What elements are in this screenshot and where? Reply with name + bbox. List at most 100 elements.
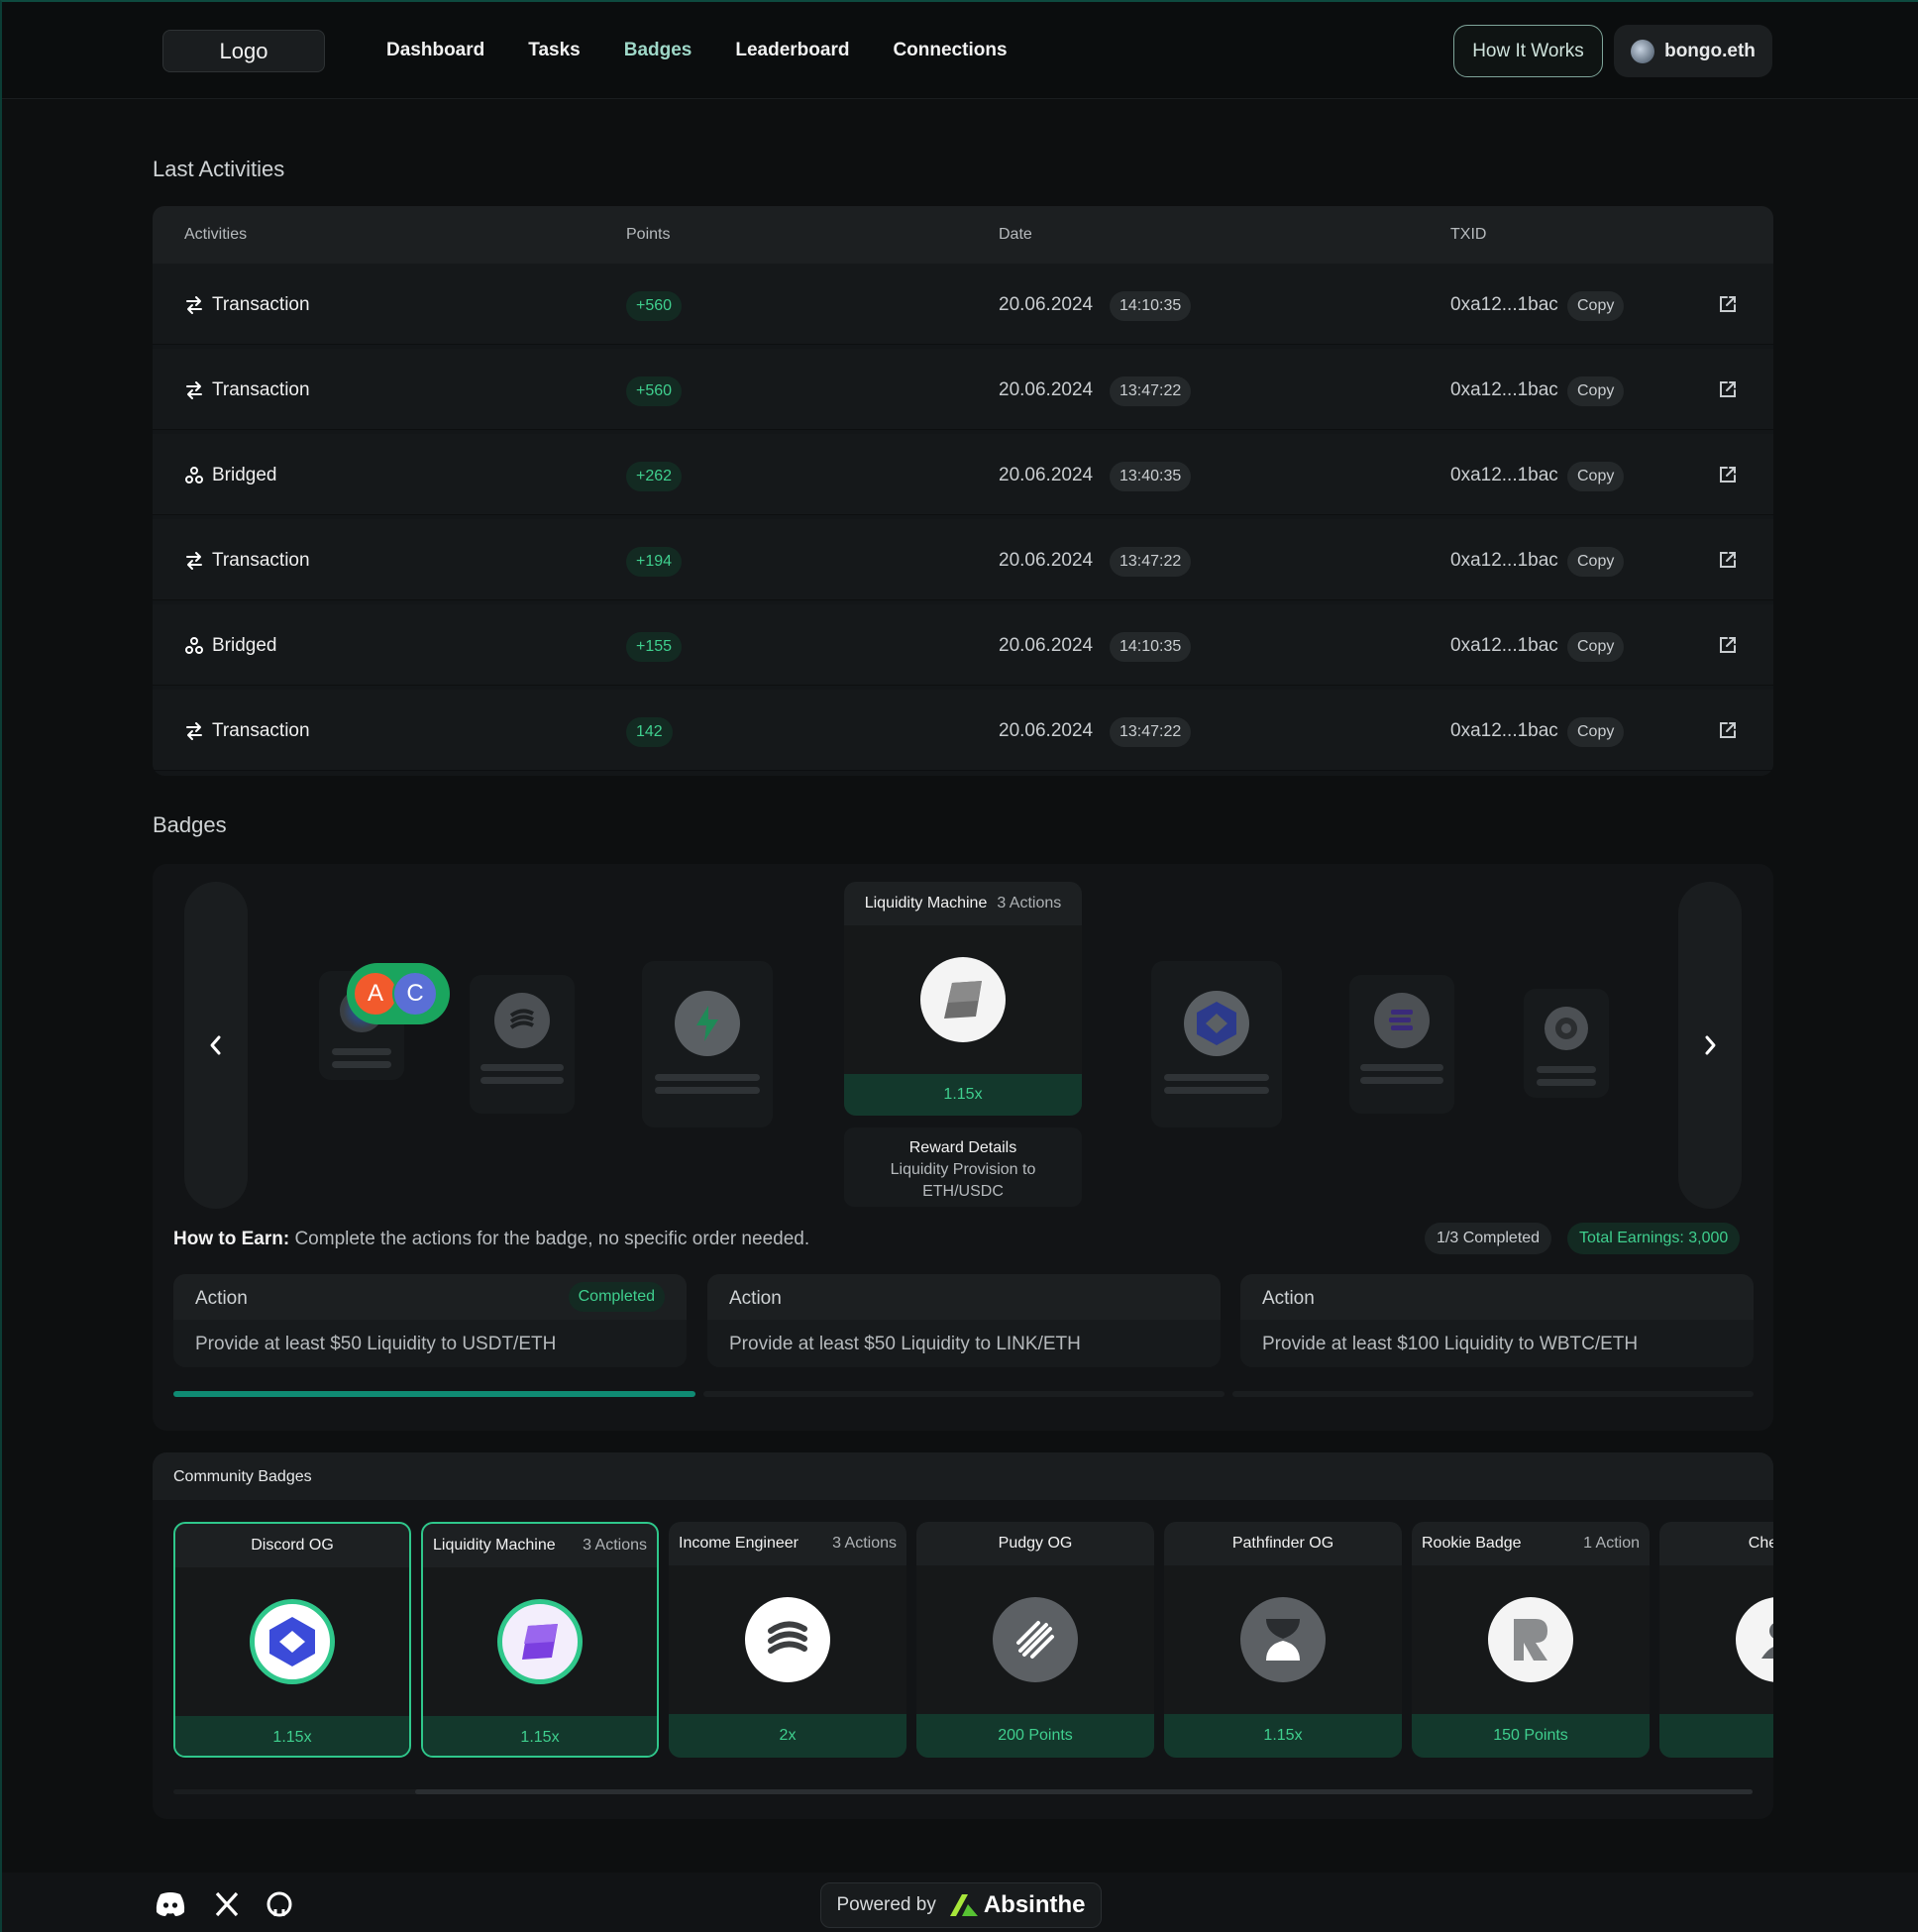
powered-by-badge[interactable]: Powered by Absinthe <box>820 1882 1102 1928</box>
person-badge-icon <box>1736 1597 1773 1682</box>
activity-label: Transaction <box>212 720 310 741</box>
points-badge: +262 <box>626 462 683 491</box>
carousel-badge[interactable] <box>470 975 575 1114</box>
copy-button[interactable]: Copy <box>1567 717 1625 747</box>
swap-icon <box>184 295 204 315</box>
txid: 0xa12...1bac <box>1450 294 1558 315</box>
carousel-next-button[interactable] <box>1678 882 1742 1209</box>
action-label: Action <box>729 1288 782 1309</box>
carousel-badge[interactable] <box>1151 961 1282 1127</box>
featured-badge-multiplier: 1.15x <box>844 1074 1082 1116</box>
activity-type: Transaction <box>184 720 310 742</box>
copy-button[interactable]: Copy <box>1567 376 1625 406</box>
external-link-icon[interactable] <box>1718 635 1738 655</box>
target-badge-icon <box>1545 1007 1588 1050</box>
user-menu-button[interactable]: bongo.eth <box>1614 25 1772 77</box>
community-badge-card[interactable]: Discord OG 1.15x <box>173 1522 411 1758</box>
scrollbar-thumb[interactable] <box>415 1789 1753 1794</box>
featured-badge-card[interactable]: Liquidity Machine 3 Actions 1.15x <box>844 882 1082 1116</box>
badge-reward: 1.15x <box>423 1716 657 1756</box>
table-row: Transaction +560 20.06.2024 13:47:22 0xa12..… <box>153 349 1773 430</box>
external-link-icon[interactable] <box>1718 465 1738 484</box>
how-to-earn: How to Earn: Complete the actions for th… <box>173 1229 809 1250</box>
badge-name: Check B <box>1748 1535 1773 1552</box>
activity-type: Transaction <box>184 294 310 316</box>
progress-segment-done <box>173 1391 695 1397</box>
swap-icon <box>184 721 204 741</box>
action-text: Provide at least $50 Liquidity to USDT/E… <box>195 1334 557 1354</box>
main-nav: Dashboard Tasks Badges Leaderboard Conne… <box>386 40 1008 61</box>
community-badge-card[interactable]: Pathfinder OG 1.15x <box>1164 1522 1402 1758</box>
carousel-badge[interactable] <box>642 961 773 1127</box>
txid: 0xa12...1bac <box>1450 635 1558 656</box>
community-badges-panel: Community Badges Discord OG 1.15x Liquidit… <box>153 1452 1773 1819</box>
hourglass-badge-icon <box>1240 1597 1326 1682</box>
action-card[interactable]: Action Provide at least $50 Liquidity to… <box>707 1274 1221 1367</box>
copy-button[interactable]: Copy <box>1567 462 1625 491</box>
hexagon-badge-icon <box>1184 991 1249 1056</box>
copy-button[interactable]: Copy <box>1567 291 1625 321</box>
external-link-icon[interactable] <box>1718 720 1738 740</box>
badge-actions: 1 Action <box>1583 1535 1640 1552</box>
x-icon[interactable] <box>214 1890 240 1918</box>
bolt-badge-icon <box>675 991 740 1056</box>
carousel-prev-button[interactable] <box>184 882 248 1209</box>
activity-label: Bridged <box>212 465 277 485</box>
action-card[interactable]: Action Completed Provide at least $50 Liq… <box>173 1274 687 1367</box>
community-badge-card[interactable]: Income Engineer 3 Actions 2x <box>669 1522 906 1758</box>
activity-type: Bridged <box>184 635 277 657</box>
badge-name: Income Engineer <box>679 1535 799 1552</box>
community-badge-card[interactable]: Liquidity Machine 3 Actions 1.15x <box>421 1522 659 1758</box>
reward-details: Reward Details Liquidity Provision to ET… <box>844 1127 1082 1207</box>
points-badge: +560 <box>626 376 683 406</box>
col-points: Points <box>626 226 671 243</box>
completed-badge: Completed <box>568 1282 665 1312</box>
carousel-badge[interactable] <box>1524 989 1609 1098</box>
badge-reward: 1.15x <box>175 1716 409 1756</box>
nav-connections[interactable]: Connections <box>893 40 1007 61</box>
col-date: Date <box>999 226 1032 243</box>
carousel-badge[interactable] <box>1349 975 1454 1114</box>
table-row: Bridged +155 20.06.2024 14:10:35 0xa12...1ba… <box>153 604 1773 686</box>
stripes-badge-icon <box>993 1597 1078 1682</box>
how-to-earn-text: Complete the actions for the badge, no s… <box>294 1229 810 1249</box>
external-link-icon[interactable] <box>1718 550 1738 570</box>
table-row: Transaction +194 20.06.2024 13:47:22 0xa12..… <box>153 519 1773 600</box>
hexagon-badge-icon <box>250 1599 335 1684</box>
community-badge-card[interactable]: Check B <box>1659 1522 1773 1758</box>
how-it-works-button[interactable]: How It Works <box>1453 25 1603 77</box>
github-icon[interactable] <box>266 1890 293 1918</box>
user-avatar <box>1631 39 1655 63</box>
txid: 0xa12...1bac <box>1450 379 1558 400</box>
featured-badge-name: Liquidity Machine <box>864 895 988 912</box>
community-badge-card[interactable]: Rookie Badge 1 Action 150 Points <box>1412 1522 1650 1758</box>
nav-badges[interactable]: Badges <box>624 40 693 61</box>
activity-date: 20.06.2024 <box>999 465 1094 485</box>
table-row: Transaction 142 20.06.2024 13:47:22 0xa12...… <box>153 690 1773 771</box>
logo[interactable]: Logo <box>162 30 325 72</box>
txid: 0xa12...1bac <box>1450 550 1558 571</box>
activity-time: 13:47:22 <box>1110 376 1192 406</box>
powered-by-label: Powered by <box>836 1894 936 1915</box>
action-card[interactable]: Action Provide at least $100 Liquidity t… <box>1240 1274 1754 1367</box>
external-link-icon[interactable] <box>1718 294 1738 314</box>
badge-name: Discord OG <box>251 1537 334 1554</box>
badge-reward: 200 Points <box>916 1714 1154 1758</box>
badge-reward: 150 Points <box>1412 1714 1650 1758</box>
nav-tasks[interactable]: Tasks <box>528 40 580 61</box>
community-badge-card[interactable]: Pudgy OG 200 Points <box>916 1522 1154 1758</box>
waves-badge-icon <box>745 1597 830 1682</box>
external-link-icon[interactable] <box>1718 379 1738 399</box>
nav-leaderboard[interactable]: Leaderboard <box>735 40 849 61</box>
activity-label: Transaction <box>212 294 310 315</box>
liquidity-badge-icon <box>497 1599 583 1684</box>
copy-button[interactable]: Copy <box>1567 632 1625 662</box>
activity-type: Bridged <box>184 465 277 486</box>
ethena-badge-icon <box>1374 993 1430 1048</box>
copy-button[interactable]: Copy <box>1567 547 1625 577</box>
progress-segment <box>703 1391 1225 1397</box>
activity-date: 20.06.2024 <box>999 635 1094 656</box>
discord-icon[interactable] <box>155 1890 186 1918</box>
nav-dashboard[interactable]: Dashboard <box>386 40 484 61</box>
community-badges-title: Community Badges <box>153 1452 1773 1500</box>
